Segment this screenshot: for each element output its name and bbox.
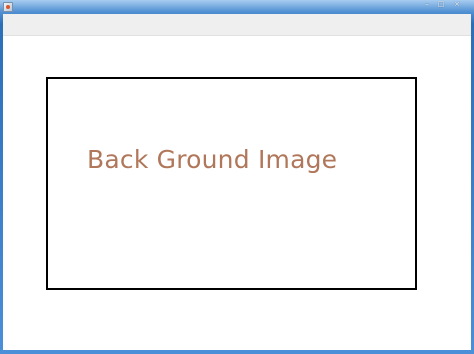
background-image-frame: Back Ground Image [46,77,417,290]
minimize-button[interactable]: – [420,0,434,9]
application-window: – □ × Back Ground Image [0,0,474,354]
java-app-icon[interactable] [3,2,13,12]
window-controls: – □ × [420,0,466,10]
minimize-icon: – [425,0,429,8]
content-panel: Back Ground Image [3,36,471,350]
maximize-button[interactable]: □ [434,0,448,9]
close-icon: × [454,0,460,8]
toolbar-strip [3,14,471,36]
client-area: Back Ground Image [3,14,471,350]
background-image-label: Back Ground Image [87,145,338,174]
maximize-icon: □ [437,0,445,8]
close-button[interactable]: × [448,0,466,9]
title-bar[interactable]: – □ × [0,0,474,14]
